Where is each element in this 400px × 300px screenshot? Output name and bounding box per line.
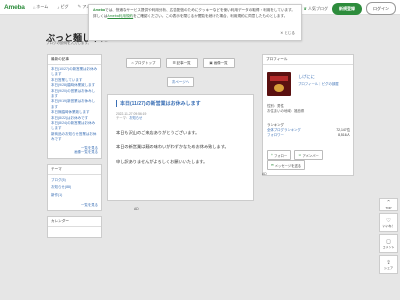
profile-heading: プロフィール <box>263 55 353 65</box>
terms-link[interactable]: Ameba利用規約 <box>107 14 133 18</box>
blog-tabs: ⌂ ブログトップ ☰ 記事一覧 ▣ 画像一覧 <box>107 58 254 68</box>
right-sidebar: プロフィール しげにに プロフィール｜ピグの部屋 性別：男性 お住まいの地域：福… <box>262 54 354 176</box>
article-meta: 2022-11-27 09:56:19 テーマ：お知らせ <box>116 112 245 121</box>
ad-label: AD <box>134 207 139 211</box>
login-button[interactable]: ログイン <box>366 2 396 15</box>
calendar-panel: カレンダー <box>47 216 102 239</box>
stat-value: 8,516人 <box>338 133 350 137</box>
stat-label[interactable]: フォロワー <box>267 133 284 138</box>
recent-entry[interactable]: 本日(9/28)臨時休業致します <box>51 83 98 88</box>
popular-blogs-link[interactable]: ♛ 人気ブログ <box>303 6 328 12</box>
popular-blogs-label: 人気ブログ <box>308 5 328 11</box>
recent-entry[interactable]: 本日(9/19)新営業はお休みします <box>51 99 98 110</box>
floating-actions: ⌃ TOP ♡ いいね！ ◻ コメント ⇪ シェア <box>379 198 398 276</box>
avatar-shape <box>274 84 284 92</box>
theme-more-link[interactable]: 一覧を見る <box>48 202 101 211</box>
profile-link[interactable]: プロフィール｜ピグの部屋 <box>298 81 339 86</box>
nav-home-label: ホーム <box>36 4 49 9</box>
article-title[interactable]: 本日(11/27)の新営業はお休みします <box>116 100 245 107</box>
profile-stats: ランキング 全体ブログランキング 72,147位 フォロワー 8,516人 <box>267 123 350 138</box>
theme-item[interactable]: ブログ(5) <box>51 177 98 185</box>
follow-button[interactable]: + フォロー <box>267 150 292 160</box>
recent-entries-list: 本日(10/27)の新営業はお休みします 本日営業しています 本日(9/28)臨… <box>48 65 101 145</box>
nav-home[interactable]: ⌂ ホーム <box>33 4 49 10</box>
recent-entries-heading: 最新の記事 <box>48 55 101 65</box>
recent-images-link[interactable]: 画像一覧を見る <box>51 150 98 155</box>
article-theme-label: テーマ： <box>116 116 130 121</box>
cookie-brand: Ameba <box>93 8 105 12</box>
recent-entries-panel: 最新の記事 本日(10/27)の新営業はお休みします 本日営業しています 本日(… <box>47 54 102 159</box>
amember-label: アメンバー <box>302 153 319 158</box>
plus-icon: + <box>271 153 273 157</box>
cookie-notice: Amebaでは、快適なサービス提供や利用分析、広告配信のためにクッキーなどを使い… <box>88 4 302 41</box>
follow-label: フォロー <box>273 153 288 158</box>
tab-blog-top[interactable]: ⌂ ブログトップ <box>126 58 161 68</box>
calendar-heading: カレンダー <box>48 217 101 228</box>
user-icon: ☺ <box>298 153 302 157</box>
amember-button[interactable]: ☺ アメンバー <box>294 150 323 160</box>
theme-item[interactable]: お知らせ(88) <box>51 184 98 192</box>
theme-panel: テーマ ブログ(5) お知らせ(88) 新作(1) 一覧を見る <box>47 163 102 212</box>
like-button[interactable]: ♡ いいね！ <box>379 213 398 232</box>
profile-buttons: + フォロー ☺ アメンバー <box>267 150 323 160</box>
tab-entry-list-label: 記事一覧 <box>176 60 191 65</box>
theme-item[interactable]: 新作(1) <box>51 192 98 200</box>
cookie-close-button[interactable]: ✕ とじる <box>280 31 295 37</box>
share-button[interactable]: ⇪ シェア <box>379 255 398 274</box>
share-label: シェア <box>383 265 393 270</box>
tab-image-list-label: 画像一覧 <box>213 60 228 65</box>
tab-blog-top-label: ブログトップ <box>134 60 156 65</box>
recent-entry[interactable]: 本日(8/24)の新営業はお休みします <box>51 121 98 132</box>
profile-region: お住まいの地域：福島県 <box>267 109 305 113</box>
ad-label-right: AD <box>262 172 267 176</box>
signup-button[interactable]: 新規登録 <box>332 2 362 15</box>
article-theme-link[interactable]: お知らせ <box>129 116 142 120</box>
theme-list: ブログ(5) お知らせ(88) 新作(1) <box>48 175 101 202</box>
blog-icon: ✎ <box>77 4 82 9</box>
crown-icon: ♛ <box>303 6 307 11</box>
back-to-top-button[interactable]: ⌃ TOP <box>379 198 398 211</box>
article: 本日(11/27)の新営業はお休みします 2022-11-27 09:56:19… <box>107 94 254 201</box>
recent-more-links: 一覧を見る 画像一覧を見る <box>48 145 101 158</box>
mail-icon: ✉ <box>271 163 274 167</box>
profile-info: 性別：男性 お住まいの地域：福島県 <box>267 104 304 114</box>
message-label: メッセージを送る <box>274 163 302 168</box>
profile-panel: プロフィール しげにに プロフィール｜ピグの部屋 性別：男性 お住まいの地域：福… <box>262 54 354 176</box>
nav-pigg[interactable]: ♪ ピグ <box>57 4 68 10</box>
tab-entry-list[interactable]: ☰ 記事一覧 <box>165 58 198 68</box>
tab-image-list[interactable]: ▣ 画像一覧 <box>202 58 235 68</box>
article-paragraph: 本日の新営業は麺の味わいがわずかなためお休み致します。 <box>116 144 229 150</box>
recent-entry[interactable]: 本日(9/20)の営業はお休みします <box>51 89 98 100</box>
theme-heading: テーマ <box>48 165 101 175</box>
article-paragraph: 本日も沢山のご来店ありがとうございます。 <box>116 129 200 135</box>
stat-row: フォロワー 8,516人 <box>267 133 350 138</box>
blog-description: ブログの説明を入力します。 <box>46 41 92 45</box>
article-theme-row: テーマ：お知らせ <box>116 116 245 120</box>
message-button[interactable]: ✉ メッセージを送る <box>267 160 306 170</box>
recent-entry[interactable]: 本日(10/27)の新営業はお休みします <box>51 67 98 78</box>
comment-button[interactable]: ◻ コメント <box>379 234 398 253</box>
header-actions: ♛ 人気ブログ 新規登録 ログイン <box>303 2 396 15</box>
bell-icon: ♪ <box>57 4 60 10</box>
next-page-link[interactable]: 次ページへ <box>167 77 194 87</box>
recent-entry[interactable]: 新商品のお知らせ営業はお休みです <box>51 132 98 143</box>
cookie-text-after: をご確認ください。この表示を閉じるか閲覧を続けた場合、利用規約に同意したものとし… <box>133 13 288 18</box>
comment-label: コメント <box>382 244 395 249</box>
left-sidebar: 最新の記事 本日(10/27)の新営業はお休みします 本日営業しています 本日(… <box>47 54 102 243</box>
profile-name[interactable]: しげにに <box>298 74 315 80</box>
cookie-close-label: とじる <box>284 31 295 36</box>
home-icon: ⌂ <box>32 4 36 10</box>
nav-pigg-label: ピグ <box>60 4 69 9</box>
article-body: 本日も沢山のご来店ありがとうございます。 本日の新営業は麺の味わいがわずかなため… <box>116 130 245 164</box>
top-label: TOP <box>385 205 392 210</box>
calendar-body <box>48 227 101 237</box>
avatar-shape <box>270 76 288 81</box>
ameba-logo[interactable]: Ameba <box>4 4 25 11</box>
article-paragraph: 申し訳ありませんがよろしくお願いいたします。 <box>116 158 208 164</box>
main-content: ⌂ ブログトップ ☰ 記事一覧 ▣ 画像一覧 次ページへ 本日(11/27)の新… <box>107 54 254 201</box>
avatar[interactable] <box>267 72 291 96</box>
like-label: いいね！ <box>382 223 395 228</box>
profile-body: しげにに プロフィール｜ピグの部屋 性別：男性 お住まいの地域：福島県 ランキン… <box>263 65 353 175</box>
